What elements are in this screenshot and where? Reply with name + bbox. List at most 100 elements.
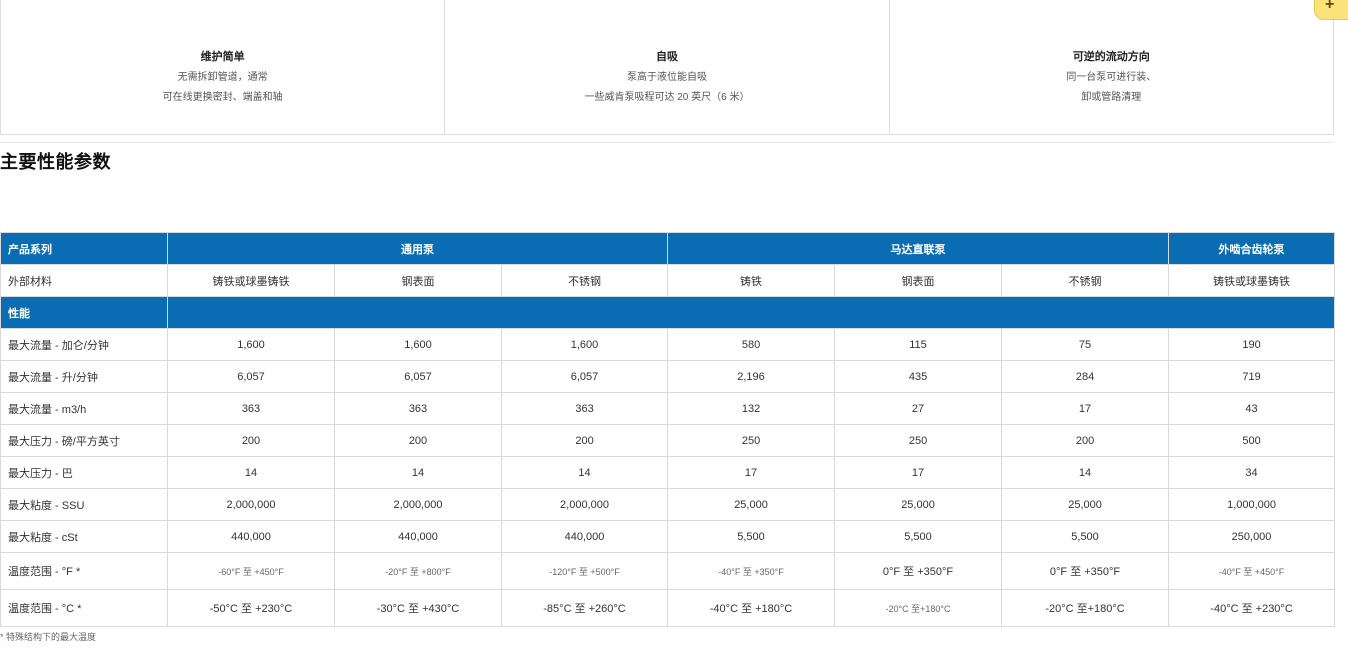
table-cell: 132 bbox=[667, 392, 836, 425]
table-cell: 2,000,000 bbox=[167, 488, 335, 521]
table-cell: 1,600 bbox=[334, 328, 502, 361]
table-cell: 719 bbox=[1168, 360, 1336, 393]
row-label: 最大压力 - 磅/平方英寸 bbox=[0, 424, 168, 457]
table-cell: -60°F 至 +450°F bbox=[167, 552, 335, 590]
table-cell: 284 bbox=[1001, 360, 1170, 393]
table-cell: 17 bbox=[1001, 392, 1170, 425]
table-cell: 200 bbox=[1001, 424, 1170, 457]
row-label: 最大粘度 - SSU bbox=[0, 488, 168, 521]
feature-text: 可在线更换密封、端盖和轴 bbox=[162, 92, 283, 103]
table-row: 最大粘度 - SSU 2,000,000 2,000,000 2,000,000… bbox=[0, 488, 1336, 521]
feature-self-priming: 自吸 泵高于液位能自吸 一些威肯泵吸程可达 20 英尺（6 米） bbox=[445, 0, 890, 134]
group-gear-pump: 外啮合齿轮泵 bbox=[1168, 232, 1336, 265]
table-cell: 250 bbox=[834, 424, 1003, 457]
table-cell: -40°C 至 +180°C bbox=[667, 589, 836, 627]
performance-header-row: 性能 bbox=[0, 296, 1336, 329]
performance-label: 性能 bbox=[0, 296, 168, 329]
table-cell: 440,000 bbox=[167, 520, 335, 553]
performance-header-fill bbox=[166, 296, 1336, 329]
table-cell: 不锈钢 bbox=[500, 264, 669, 297]
table-row: 最大压力 - 巴 14 14 14 17 17 14 34 bbox=[0, 456, 1336, 489]
table-cell: 0°F 至 +350°F bbox=[1001, 552, 1170, 590]
table-cell: 200 bbox=[167, 424, 335, 457]
row-label: 最大流量 - 加仑/分钟 bbox=[0, 328, 168, 361]
row-label: 最大压力 - 巴 bbox=[0, 456, 168, 489]
feature-title: 可逆的流动方向 bbox=[1072, 51, 1150, 63]
table-cell: 27 bbox=[834, 392, 1003, 425]
table-cell: 500 bbox=[1168, 424, 1336, 457]
feature-text: 无需拆卸管道，通常 bbox=[177, 72, 268, 83]
table-cell: 115 bbox=[834, 328, 1003, 361]
table-cell: 0°F 至 +350°F bbox=[834, 552, 1003, 590]
table-row: 最大流量 - 升/分钟 6,057 6,057 6,057 2,196 435 … bbox=[0, 360, 1336, 393]
table-cell: 440,000 bbox=[334, 520, 502, 553]
footnote: * 特殊结构下的最大温度 bbox=[0, 632, 97, 642]
table-cell: -20°C 至+180°C bbox=[834, 589, 1003, 627]
table-cell: -20°C 至+180°C bbox=[1001, 589, 1170, 627]
performance-table: 产品系列 通用泵 马达直联泵 外啮合齿轮泵 外部材料 铸铁或球墨铸铁 钢表面 不… bbox=[0, 232, 1336, 627]
plus-icon: + bbox=[1325, 0, 1335, 13]
table-cell: 363 bbox=[334, 392, 502, 425]
table-cell: 5,500 bbox=[834, 520, 1003, 553]
table-cell: -120°F 至 +500°F bbox=[500, 552, 669, 590]
table-cell: 6,057 bbox=[500, 360, 669, 393]
table-cell: 200 bbox=[500, 424, 669, 457]
feature-text: 泵高于液位能自吸 bbox=[626, 72, 707, 83]
table-row: 温度范围 - °C * -50°C 至 +230°C -30°C 至 +430°… bbox=[0, 589, 1336, 627]
table-cell: 1,600 bbox=[167, 328, 335, 361]
table-cell: 25,000 bbox=[834, 488, 1003, 521]
table-cell: 14 bbox=[167, 456, 335, 489]
table-cell: -40°F 至 +350°F bbox=[667, 552, 836, 590]
table-cell: -85°C 至 +260°C bbox=[500, 589, 669, 627]
table-cell: 钢表面 bbox=[334, 264, 502, 297]
table-cell: 250,000 bbox=[1168, 520, 1336, 553]
table-cell: 钢表面 bbox=[834, 264, 1003, 297]
floating-action-button[interactable]: + bbox=[1314, 0, 1348, 20]
table-cell: 铸铁或球墨铸铁 bbox=[167, 264, 335, 297]
table-cell: 25,000 bbox=[667, 488, 836, 521]
table-cell: 14 bbox=[334, 456, 502, 489]
table-cell: 363 bbox=[167, 392, 335, 425]
table-row: 外部材料 铸铁或球墨铸铁 钢表面 不锈钢 铸铁 钢表面 不锈钢 铸铁或球墨铸铁 bbox=[0, 264, 1336, 297]
table-cell: -40°F 至 +450°F bbox=[1168, 552, 1336, 590]
table-cell: -20°F 至 +800°F bbox=[334, 552, 502, 590]
header-label: 产品系列 bbox=[0, 232, 168, 265]
table-row: 最大压力 - 磅/平方英寸 200 200 200 250 250 200 50… bbox=[0, 424, 1336, 457]
table-cell: 2,000,000 bbox=[334, 488, 502, 521]
table-header-row: 产品系列 通用泵 马达直联泵 外啮合齿轮泵 bbox=[0, 232, 1336, 265]
table-cell: 2,000,000 bbox=[500, 488, 669, 521]
table-cell: 14 bbox=[500, 456, 669, 489]
table-row: 最大流量 - m3/h 363 363 363 132 27 17 43 bbox=[0, 392, 1336, 425]
table-cell: 2,196 bbox=[667, 360, 836, 393]
feature-text: 一些威肯泵吸程可达 20 英尺（6 米） bbox=[584, 92, 750, 103]
table-cell: 43 bbox=[1168, 392, 1336, 425]
row-label: 温度范围 - °C * bbox=[0, 589, 168, 627]
table-cell: 不锈钢 bbox=[1001, 264, 1170, 297]
table-cell: 363 bbox=[500, 392, 669, 425]
group-general-pump: 通用泵 bbox=[166, 232, 669, 265]
table-cell: 铸铁 bbox=[667, 264, 836, 297]
table-cell: 1,600 bbox=[500, 328, 669, 361]
feature-strip: 维护简单 无需拆卸管道，通常 可在线更换密封、端盖和轴 自吸 泵高于液位能自吸 … bbox=[0, 0, 1334, 135]
row-label: 外部材料 bbox=[0, 264, 168, 297]
table-cell: -30°C 至 +430°C bbox=[334, 589, 502, 627]
table-cell: 34 bbox=[1168, 456, 1336, 489]
feature-title: 自吸 bbox=[655, 51, 678, 63]
table-cell: 580 bbox=[667, 328, 836, 361]
table-cell: 1,000,000 bbox=[1168, 488, 1336, 521]
table-cell: 25,000 bbox=[1001, 488, 1170, 521]
row-label: 最大粘度 - cSt bbox=[0, 520, 168, 553]
table-cell: 铸铁或球墨铸铁 bbox=[1168, 264, 1336, 297]
table-cell: 17 bbox=[834, 456, 1003, 489]
feature-text: 同一台泵可进行装、 bbox=[1066, 72, 1157, 83]
section-title: 主要性能参数 bbox=[0, 152, 111, 172]
table-row: 温度范围 - °F * -60°F 至 +450°F -20°F 至 +800°… bbox=[0, 552, 1336, 590]
table-row: 最大流量 - 加仑/分钟 1,600 1,600 1,600 580 115 7… bbox=[0, 328, 1336, 361]
table-cell: 6,057 bbox=[334, 360, 502, 393]
table-cell: 5,500 bbox=[1001, 520, 1170, 553]
table-cell: -50°C 至 +230°C bbox=[167, 589, 335, 627]
feature-easy-maintenance: 维护简单 无需拆卸管道，通常 可在线更换密封、端盖和轴 bbox=[1, 0, 446, 134]
row-label: 最大流量 - 升/分钟 bbox=[0, 360, 168, 393]
feature-title: 维护简单 bbox=[200, 51, 245, 63]
table-cell: 250 bbox=[667, 424, 836, 457]
